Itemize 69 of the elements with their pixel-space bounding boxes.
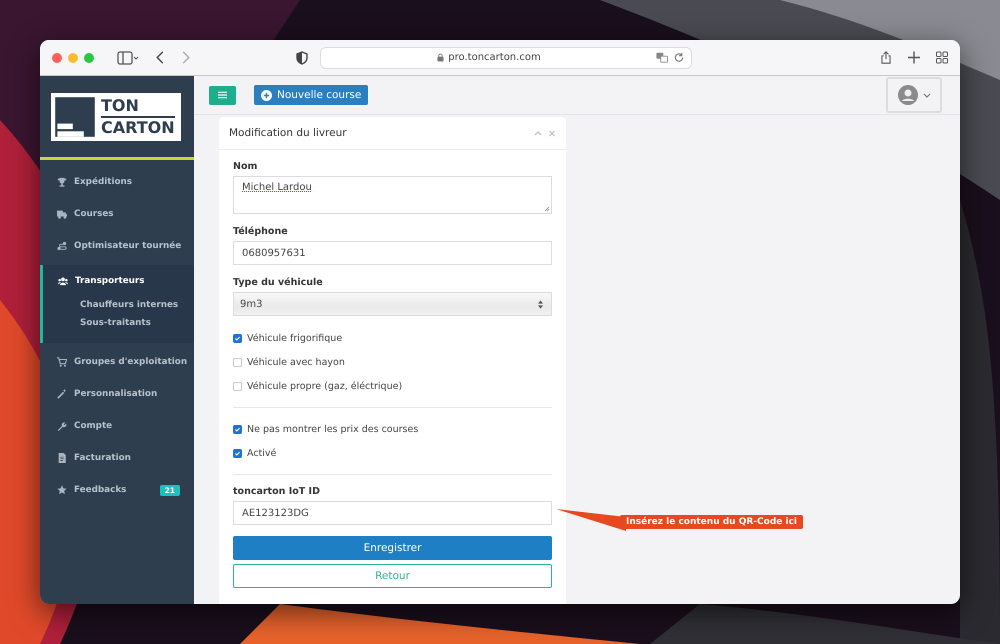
- collapse-icon[interactable]: [534, 130, 542, 136]
- account-menu-button[interactable]: [886, 77, 942, 113]
- input-field[interactable]: 0680957631: [233, 241, 552, 265]
- wrench-icon: [57, 421, 67, 431]
- avatar-icon: [898, 85, 918, 105]
- checkbox-label: Véhicule avec hayon: [247, 356, 345, 368]
- zoom-window-button[interactable]: [84, 52, 94, 62]
- sidebar-item[interactable]: Courses: [40, 198, 194, 230]
- stepper-icon: [538, 300, 543, 308]
- checkbox[interactable]: [233, 358, 242, 366]
- plus-circle-icon: [261, 90, 272, 100]
- sidebar-item[interactable]: Compte: [40, 410, 194, 442]
- sidebar-item[interactable]: Groupes d'exploitation: [40, 346, 194, 378]
- reload-icon[interactable]: [673, 52, 685, 63]
- input-field[interactable]: AE123123DG: [233, 501, 552, 525]
- menu-icon: [218, 91, 227, 99]
- logo-word: TON: [101, 96, 140, 116]
- url-text: pro.toncarton.com: [448, 52, 541, 63]
- checkbox-label: Véhicule frigorifique: [247, 332, 342, 344]
- route-icon: [57, 241, 67, 251]
- checkbox[interactable]: [233, 424, 242, 434]
- boxes-icon: [53, 94, 97, 138]
- lock-icon: [437, 53, 444, 62]
- tab-overview-icon[interactable]: [936, 51, 948, 64]
- sidebar-item[interactable]: Optimisateur tournée: [40, 230, 194, 262]
- menu-button[interactable]: [209, 86, 236, 104]
- invoice-icon: [57, 453, 67, 463]
- checkbox[interactable]: [233, 448, 242, 458]
- text-area[interactable]: Michel Lardou: [233, 176, 552, 214]
- checkbox[interactable]: [233, 382, 242, 390]
- close-window-button[interactable]: [52, 52, 62, 62]
- trophy-icon: [57, 177, 67, 187]
- new-course-button[interactable]: Nouvelle course: [254, 85, 368, 105]
- submenu-item[interactable]: Chauffeurs internes: [43, 297, 194, 315]
- caret-icon: [922, 92, 930, 98]
- magic-wand-icon: [57, 389, 67, 399]
- sidebar-item[interactable]: Expéditions: [40, 166, 194, 198]
- translate-icon[interactable]: [656, 52, 668, 63]
- new-tab-icon[interactable]: [908, 51, 920, 64]
- checkbox-label: Véhicule propre (gaz, éléctrique): [247, 380, 402, 392]
- field-label: Nom: [233, 161, 258, 172]
- checkbox-label: Ne pas montrer les prix des courses: [247, 424, 418, 434]
- callout-label: Insérez le contenu du QR-Code ici: [620, 515, 804, 529]
- truck-icon: [57, 209, 67, 219]
- field-label: toncarton IoT ID: [233, 486, 321, 497]
- back-icon[interactable]: [156, 51, 164, 64]
- checkbox-label: Activé: [247, 448, 276, 458]
- share-icon[interactable]: [880, 51, 892, 64]
- submenu-item[interactable]: Sous-traitants: [43, 315, 194, 333]
- forward-icon[interactable]: [182, 51, 190, 64]
- sidebar-item[interactable]: Transporteurs: [43, 265, 194, 297]
- checkbox[interactable]: [233, 334, 242, 342]
- vehicle-type-select[interactable]: 9m3: [233, 292, 552, 316]
- sidebar-item[interactable]: Personnalisation: [40, 378, 194, 410]
- star-icon: [57, 485, 67, 495]
- logo-word: CARTON: [101, 116, 175, 138]
- shield-icon[interactable]: [296, 50, 308, 64]
- field-label: Téléphone: [233, 226, 289, 237]
- resize-grip-icon[interactable]: [544, 206, 550, 212]
- users-icon: [58, 276, 68, 286]
- save-button[interactable]: Enregistrer: [233, 536, 552, 560]
- sidebar-item[interactable]: Facturation: [40, 442, 194, 474]
- cart-icon: [57, 357, 67, 367]
- field-label: Type du véhicule: [233, 277, 324, 288]
- close-icon[interactable]: [548, 130, 556, 136]
- sidebar-toggle-icon[interactable]: [116, 50, 140, 64]
- address-bar[interactable]: pro.toncarton.com: [320, 46, 692, 68]
- card-title: Modification du livreur: [229, 127, 347, 139]
- logo[interactable]: TON CARTON: [51, 92, 181, 140]
